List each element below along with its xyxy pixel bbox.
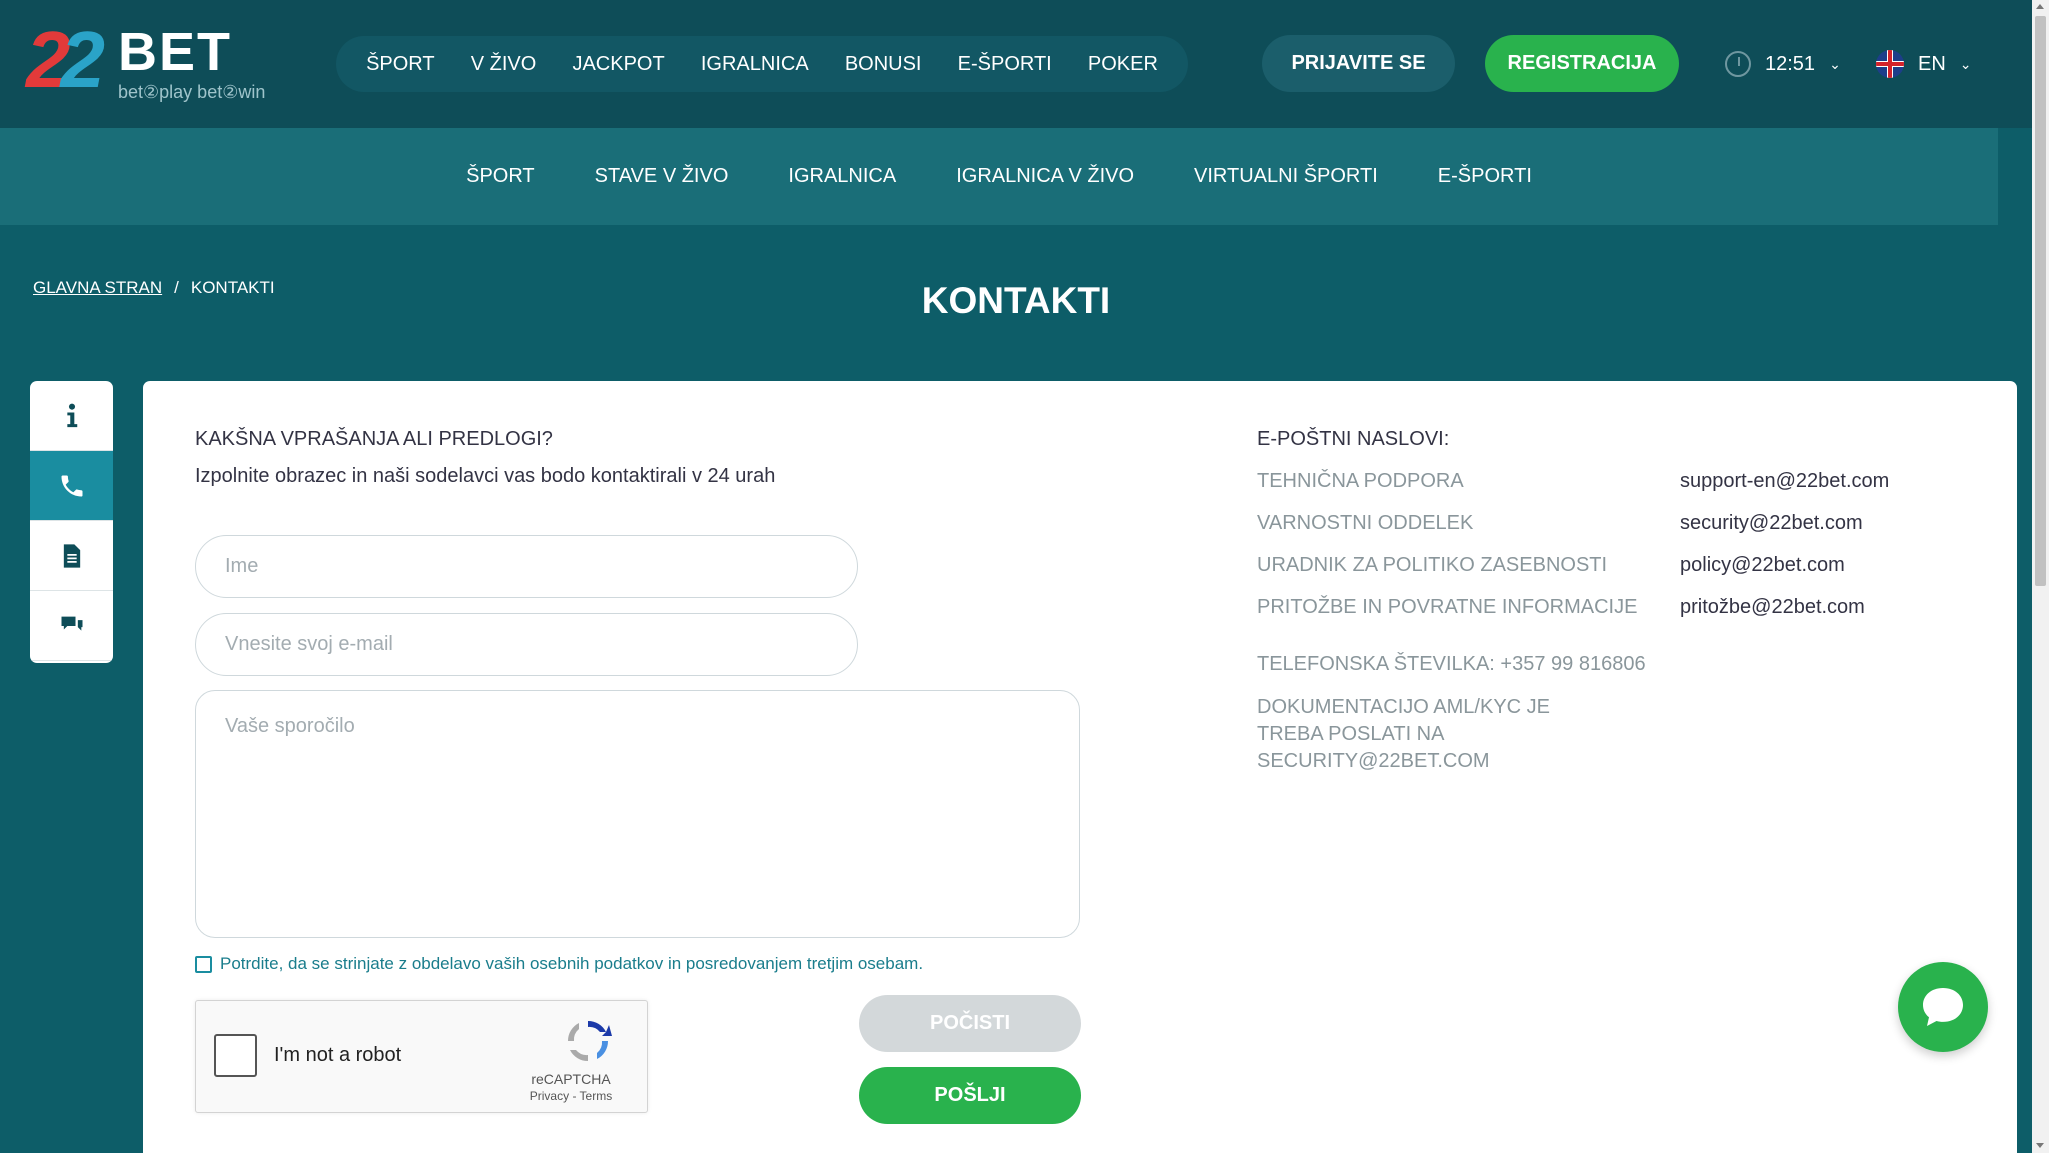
aml-notice: DOKUMENTACIJO AML/KYC JE TREBA POSLATI N… <box>1257 696 1551 772</box>
send-button[interactable]: POŠLJI <box>859 1067 1081 1124</box>
form-subtitle: Izpolnite obrazec in naši sodelavci vas … <box>195 465 776 487</box>
sub-nav-esports[interactable]: E-ŠPORTI <box>1438 165 1532 188</box>
time-selector[interactable]: 12:51 ⌄ <box>1725 50 1841 78</box>
nav-item-jackpot[interactable]: JACKPOT <box>572 53 664 76</box>
sub-nav-virtual-sports[interactable]: VIRTUALNI ŠPORTI <box>1194 165 1378 188</box>
consent-text: Potrdite, da se strinjate z obdelavo vaš… <box>220 954 924 973</box>
language-selector[interactable]: EN ⌄ <box>1876 50 1972 78</box>
sub-nav-sport[interactable]: ŠPORT <box>466 165 535 188</box>
contact-label: TEHNIČNA PODPORA <box>1257 470 1464 492</box>
nav-item-bonuses[interactable]: BONUSI <box>845 53 922 76</box>
sub-nav-live-casino[interactable]: IGRALNICA V ŽIVO <box>956 165 1134 188</box>
recaptcha-checkbox[interactable] <box>214 1034 257 1077</box>
recaptcha-widget: I'm not a robot reCAPTCHA Privacy - Term… <box>195 1000 648 1113</box>
top-header: 22 BET bet②play bet②win ŠPORT V ŽIVO JAC… <box>0 0 2032 128</box>
clear-button[interactable]: POČISTI <box>859 995 1081 1052</box>
nav-item-poker[interactable]: POKER <box>1088 53 1158 76</box>
form-question: KAKŠNA VPRAŠANJA ALI PREDLOGI? <box>195 428 553 450</box>
chevron-down-icon: ⌄ <box>1829 55 1841 72</box>
side-item-chat[interactable] <box>30 591 113 661</box>
phone-icon <box>61 475 82 496</box>
contact-row: URADNIK ZA POLITIKO ZASEBNOSTI policy@22… <box>1257 554 1977 580</box>
contact-row: PRITOŽBE IN POVRATNE INFORMACIJE pritožb… <box>1257 596 1977 622</box>
login-button[interactable]: PRIJAVITE SE <box>1262 35 1455 92</box>
sub-nav: ŠPORT STAVE V ŽIVO IGRALNICA IGRALNICA V… <box>0 128 1998 225</box>
register-button[interactable]: REGISTRACIJA <box>1485 35 1679 92</box>
chat-icon <box>61 616 82 631</box>
contacts-title: E-POŠTNI NASLOVI: <box>1257 428 1450 450</box>
contact-email-link[interactable]: pritožbe@22bet.com <box>1680 596 1865 619</box>
logo-tagline: bet②play bet②win <box>118 82 266 102</box>
scroll-up-arrow-icon[interactable] <box>2036 4 2044 9</box>
side-menu <box>30 381 113 663</box>
breadcrumb-home-link[interactable]: GLAVNA STRAN <box>33 278 162 298</box>
clock-icon <box>1725 51 1751 77</box>
nav-item-live[interactable]: V ŽIVO <box>471 53 537 76</box>
recaptcha-links[interactable]: Privacy - Terms <box>496 1089 646 1103</box>
nav-item-casino[interactable]: IGRALNICA <box>701 53 809 76</box>
contact-email-link[interactable]: security@22bet.com <box>1680 512 1863 535</box>
page-title: KONTAKTI <box>921 280 1111 321</box>
logo[interactable]: 22 BET bet②play bet②win <box>26 20 286 110</box>
page-scrollbar[interactable] <box>2032 0 2049 1153</box>
email-input[interactable] <box>195 613 858 676</box>
breadcrumb-separator: / <box>174 278 179 297</box>
side-item-contacts[interactable] <box>30 451 113 521</box>
breadcrumb: GLAVNA STRAN / KONTAKTI <box>33 278 275 298</box>
name-input[interactable] <box>195 535 858 598</box>
main-nav: ŠPORT V ŽIVO JACKPOT IGRALNICA BONUSI E-… <box>336 36 1188 92</box>
recaptcha-logo-icon <box>567 1020 612 1062</box>
recaptcha-label: I'm not a robot <box>274 1044 402 1066</box>
side-item-info[interactable] <box>30 381 113 451</box>
consent-row: Potrdite, da se strinjate z obdelavo vaš… <box>195 954 923 974</box>
nav-item-sport[interactable]: ŠPORT <box>366 53 435 76</box>
clock-time: 12:51 <box>1765 52 1816 75</box>
scroll-down-arrow-icon[interactable] <box>2036 1143 2044 1148</box>
recaptcha-brand: reCAPTCHA <box>531 1071 611 1087</box>
scroll-thumb[interactable] <box>2035 16 2046 586</box>
contact-email-link[interactable]: support-en@22bet.com <box>1680 470 1889 493</box>
contact-row: TEHNIČNA PODPORA support-en@22bet.com <box>1257 470 1977 496</box>
contact-label: URADNIK ZA POLITIKO ZASEBNOSTI <box>1257 554 1608 576</box>
breadcrumb-current: KONTAKTI <box>190 278 275 297</box>
contact-label: VARNOSTNI ODDELEK <box>1257 512 1474 534</box>
consent-checkbox[interactable] <box>195 955 212 973</box>
logo-number: 22 <box>26 15 105 104</box>
sub-nav-casino[interactable]: IGRALNICA <box>788 165 896 188</box>
contact-row: VARNOSTNI ODDELEK security@22bet.com <box>1257 512 1977 538</box>
sub-nav-live-bets[interactable]: STAVE V ŽIVO <box>595 165 729 188</box>
phone-number: TELEFONSKA ŠTEVILKA: +357 99 816806 <box>1257 653 1646 675</box>
language-code: EN <box>1918 52 1946 75</box>
contact-label: PRITOŽBE IN POVRATNE INFORMACIJE <box>1257 596 1638 618</box>
uk-flag-icon <box>1876 50 1904 78</box>
contact-email-link[interactable]: policy@22bet.com <box>1680 554 1845 577</box>
nav-item-esports[interactable]: E-ŠPORTI <box>958 53 1052 76</box>
chevron-down-icon: ⌄ <box>1959 55 1972 72</box>
info-icon <box>66 403 77 427</box>
logo-brand: BET <box>118 22 232 82</box>
live-chat-button[interactable] <box>1898 962 1988 1052</box>
chat-bubble-icon <box>1923 988 1963 1026</box>
contact-card: KAKŠNA VPRAŠANJA ALI PREDLOGI? Izpolnite… <box>143 381 2017 1153</box>
message-textarea[interactable] <box>195 690 1080 938</box>
side-item-documents[interactable] <box>30 521 113 591</box>
document-icon <box>63 543 80 568</box>
